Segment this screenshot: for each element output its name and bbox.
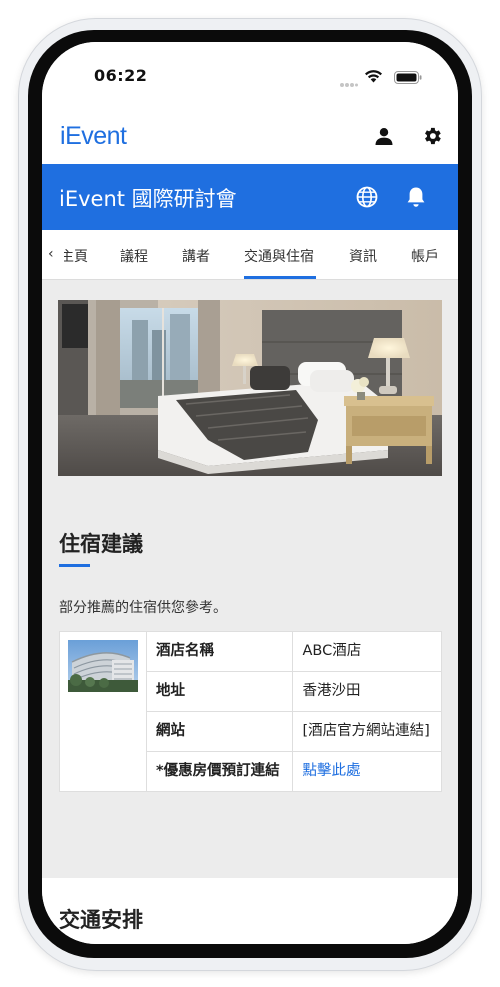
- active-tab-indicator: [244, 276, 316, 279]
- tab-speakers[interactable]: 講者: [182, 246, 210, 266]
- discount-booking-link[interactable]: 點擊此處: [302, 763, 360, 779]
- transport-section-title: 交通安排: [59, 908, 143, 932]
- tab-information[interactable]: 資訊: [349, 246, 377, 266]
- battery-icon: [394, 69, 422, 88]
- tab-agenda[interactable]: 議程: [120, 246, 148, 266]
- cellular-signal-icon: [340, 73, 358, 92]
- hotel-name-label: 酒店名稱: [145, 630, 294, 673]
- user-profile-icon[interactable]: [372, 124, 396, 148]
- hotel-room-photo: [58, 300, 442, 476]
- hotel-name-value: ABC酒店: [292, 630, 442, 673]
- wifi-icon: [364, 68, 383, 87]
- tab-home[interactable]: 主頁: [64, 246, 88, 266]
- settings-gear-icon[interactable]: [420, 124, 444, 148]
- website-label: 網站: [145, 711, 294, 753]
- discount-booking-label: *優惠房價預訂連結: [145, 751, 294, 793]
- event-title-bar: iEvent 國際研討會: [42, 164, 458, 230]
- status-time: 06:22: [94, 66, 148, 85]
- discount-booking-cell: 點擊此處: [292, 751, 442, 793]
- hotel-info-table: 酒店名稱 ABC酒店 地址 香港沙田 網站 [酒店官方網站連結] *優惠房價預訂…: [59, 630, 442, 793]
- phone-screen: 06:22 iEvent iEvent 國際研討會 ‹ 主頁 議程 講者 交通與…: [42, 42, 458, 944]
- address-label: 地址: [145, 671, 294, 713]
- tabs-scroll-left-chevron-icon[interactable]: ‹: [48, 246, 54, 262]
- section-title-underline: [59, 564, 90, 567]
- tab-account[interactable]: 帳戶: [411, 246, 439, 266]
- notification-bell-icon[interactable]: [404, 185, 428, 209]
- transport-section: 交通安排: [42, 878, 458, 944]
- ievent-logo[interactable]: iEvent: [60, 122, 127, 151]
- hotel-thumbnail-cell: [59, 630, 147, 793]
- accommodation-intro: 部分推薦的住宿供您參考。: [59, 600, 227, 616]
- event-title: iEvent 國際研討會: [59, 187, 237, 211]
- address-value: 香港沙田: [292, 671, 442, 713]
- tab-transport-accommodation[interactable]: 交通與住宿: [244, 246, 314, 266]
- website-value: [酒店官方網站連結]: [292, 711, 442, 753]
- section-tabs: ‹ 主頁 議程 講者 交通與住宿 資訊 帳戶: [42, 230, 458, 280]
- hotel-building-thumbnail: [68, 640, 138, 692]
- language-globe-icon[interactable]: [355, 185, 379, 209]
- status-bar: 06:22: [42, 42, 458, 106]
- main-content: 住宿建議 部分推薦的住宿供您參考。 酒店名稱 ABC酒店 地址 香港沙田 網站 …: [42, 280, 458, 878]
- app-header: iEvent: [42, 106, 458, 164]
- logo-word-event: Event: [65, 122, 127, 150]
- table-row: 酒店名稱 ABC酒店: [59, 630, 442, 793]
- accommodation-section-title: 住宿建議: [59, 532, 143, 556]
